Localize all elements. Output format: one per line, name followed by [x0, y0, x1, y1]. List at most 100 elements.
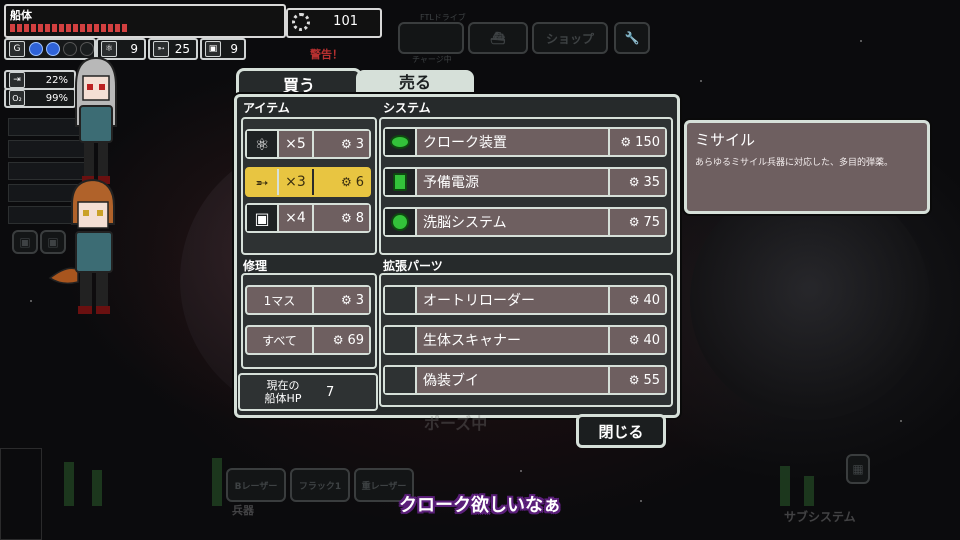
tab-sell[interactable]: 売る [356, 70, 474, 92]
ftl-label: FTLドライブ [420, 13, 466, 22]
scrap-icon: ⚙ [628, 373, 640, 387]
system-price: ⚙ 75 [608, 209, 665, 235]
scrap-counter: 101 [286, 8, 382, 38]
item-price: ⚙ 3 [312, 131, 369, 157]
missile-value: 25 [174, 42, 190, 56]
price-value: 6 [355, 174, 364, 190]
price-value: 40 [643, 332, 660, 348]
cloak-icon [385, 129, 417, 155]
hull-segment [38, 24, 43, 32]
item-info-panel: ミサイル あらゆるミサイル兵器に対応した、多目的弾薬。 [684, 120, 930, 214]
scrap-icon [292, 13, 310, 31]
shop-button[interactable]: ショップ [532, 22, 608, 54]
door-control-button[interactable]: ▦ [846, 454, 870, 484]
fuel-icon: ⚛ [101, 41, 117, 57]
shield-pip [29, 42, 43, 56]
missile-indicator: ➵ 25 [148, 38, 198, 60]
scrap-icon: ⚙ [628, 333, 640, 347]
system-row-mind-control[interactable]: 洗脳システム ⚙ 75 [383, 207, 667, 237]
hull-label: 船体 [10, 9, 32, 22]
fuel-icon: ⚛ [247, 131, 279, 157]
augments-section-title: 拡張パーツ [383, 259, 443, 273]
item-price: ⚙ 6 [312, 169, 369, 195]
item-row-fuel[interactable]: ⚛ ×5 ⚙ 3 [245, 129, 371, 159]
warning-text: 警告！ [310, 48, 343, 61]
item-qty: ×4 [285, 210, 306, 226]
crew-button[interactable]: ▣ [12, 230, 38, 254]
price-value: 75 [643, 214, 660, 230]
item-row-drone-parts[interactable]: ▣ ×4 ⚙ 8 [245, 203, 371, 233]
oxygen-indicator: O₂ 99% [4, 88, 76, 108]
crew-member-brown-hair[interactable] [48, 178, 128, 318]
battery-icon [385, 169, 417, 195]
info-title: ミサイル [695, 131, 756, 149]
hull-segment [45, 24, 50, 32]
item-row-missile[interactable]: ➵ ×3 ⚙ 6 [245, 167, 371, 197]
augment-row-auto-reloader[interactable]: オートリローダー ⚙ 40 [383, 285, 667, 315]
options-button[interactable]: 🔧 [614, 22, 650, 54]
system-row-cloak[interactable]: クローク装置 ⚙ 150 [383, 127, 667, 157]
price-value: 3 [355, 292, 364, 308]
item-price: ⚙ 8 [312, 205, 369, 231]
hull-segment [24, 24, 29, 32]
hull-segment [59, 24, 64, 32]
hull-bar: 船体 [4, 4, 286, 38]
hull-segment [31, 24, 36, 32]
augment-icon-empty [385, 327, 417, 353]
ftl-jump-button[interactable] [398, 22, 464, 54]
missile-icon: ➵ [153, 41, 169, 57]
system-name: 予備電源 [423, 175, 479, 191]
scrap-icon: ⚙ [340, 175, 352, 189]
video-subtitle: クローク欲しいなぁ [399, 495, 561, 516]
augment-row-life-scanner[interactable]: 生体スキャナー ⚙ 40 [383, 325, 667, 355]
scrap-icon: ⚙ [628, 293, 640, 307]
evade-icon: ⇥ [9, 72, 25, 88]
ship-button[interactable]: ⛴ [468, 22, 528, 54]
augment-row-decoy-buoy[interactable]: 偽装ブイ ⚙ 55 [383, 365, 667, 395]
hull-segment [101, 24, 106, 32]
repair-all-button[interactable]: すべて ⚙ 69 [245, 325, 371, 355]
current-hull-hp: 現在の 船体HP 7 [238, 373, 378, 411]
price-value: 40 [643, 292, 660, 308]
hull-segment [80, 24, 85, 32]
hp-value: 7 [326, 384, 335, 400]
close-button[interactable]: 閉じる [576, 414, 666, 448]
price-value: 35 [643, 174, 660, 190]
drone-icon: ▣ [205, 41, 221, 57]
crew-member-grey-hair[interactable] [68, 56, 124, 186]
drone-value: 9 [230, 42, 238, 56]
scrap-icon: ⚙ [620, 135, 632, 149]
info-description: あらゆるミサイル兵器に対応した、多目的弾薬。 [695, 158, 894, 168]
system-row-backup-battery[interactable]: 予備電源 ⚙ 35 [383, 167, 667, 197]
tab-buy[interactable]: 買う [236, 68, 362, 97]
augment-price: ⚙ 55 [608, 367, 665, 393]
hull-segment [10, 24, 15, 32]
augment-icon-empty [385, 287, 417, 313]
scrap-icon: ⚙ [332, 333, 344, 347]
augment-name: オートリローダー [423, 293, 535, 309]
hull-segment [73, 24, 78, 32]
system-price: ⚙ 35 [608, 169, 665, 195]
fuel-value: 9 [130, 42, 138, 56]
shield-pip-empty [63, 42, 77, 56]
scrap-icon: ⚙ [628, 175, 640, 189]
pause-text: ポーズ中 [424, 414, 488, 433]
system-name: クローク装置 [423, 135, 507, 151]
systems-section-title: システム [383, 101, 431, 115]
shield-pip [46, 42, 60, 56]
repair-label: 1マス [263, 293, 296, 308]
scrap-value: 101 [333, 14, 358, 29]
store-window: アイテム ⚛ ×5 ⚙ 3 ➵ ×3 ⚙ 6 ▣ ×4 ⚙ 8 システム クローク装置… [234, 94, 680, 418]
hull-segment [66, 24, 71, 32]
hp-label-line2: 船体HP [264, 392, 302, 405]
repair-section-title: 修理 [243, 259, 268, 273]
system-name: 洗脳システム [423, 215, 507, 231]
hull-segment [17, 24, 22, 32]
system-price: ⚙ 150 [608, 129, 665, 155]
price-value: 55 [643, 372, 660, 388]
items-section-title: アイテム [243, 101, 290, 115]
repair-price: ⚙ 69 [312, 327, 369, 353]
price-value: 69 [347, 332, 364, 348]
drone-indicator: ▣ 9 [200, 38, 246, 60]
repair-one-button[interactable]: 1マス ⚙ 3 [245, 285, 371, 315]
